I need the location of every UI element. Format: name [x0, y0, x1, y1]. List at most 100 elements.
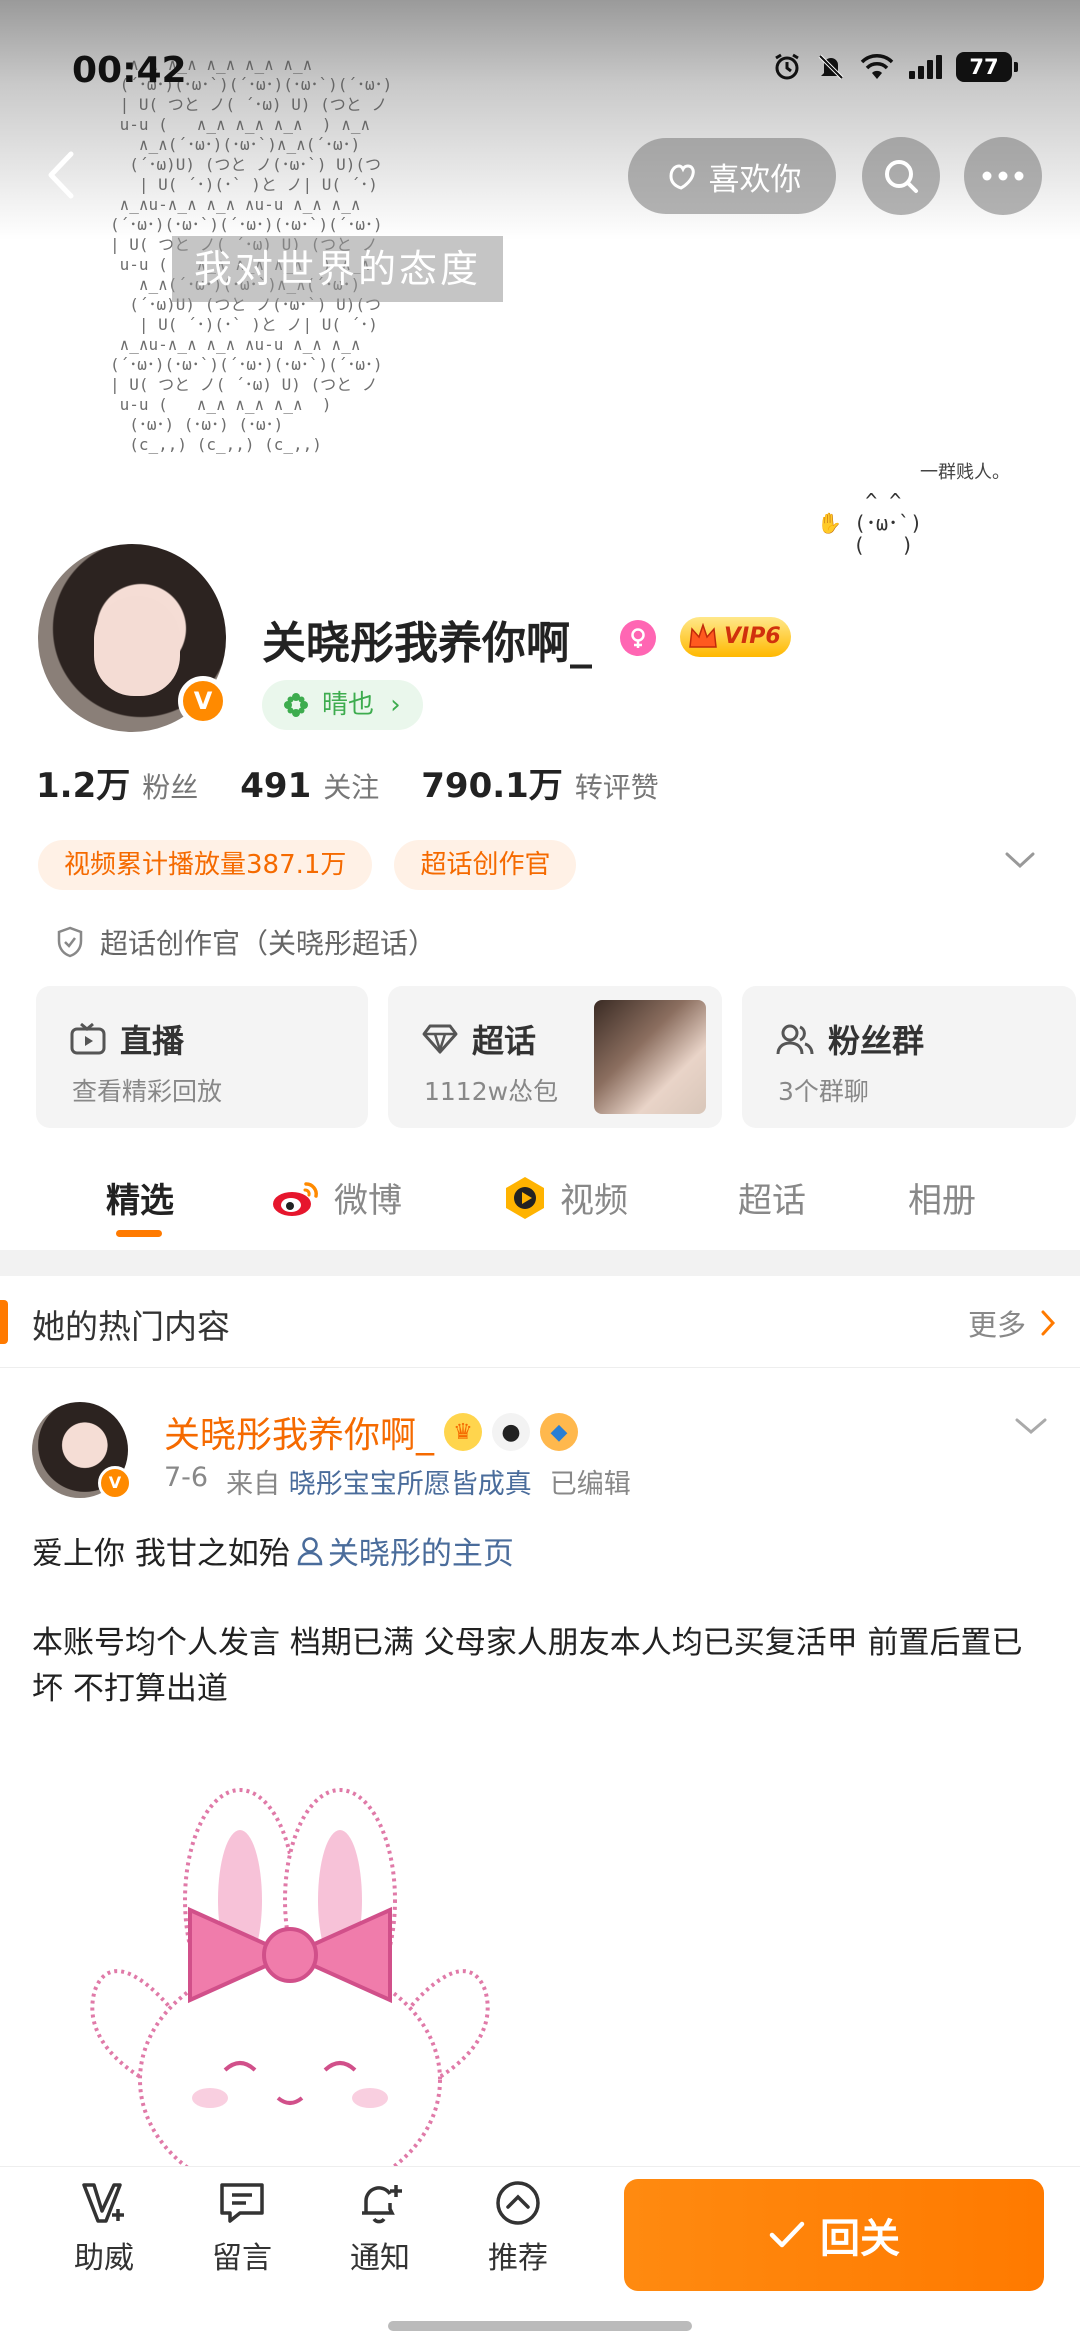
profile-username: 关晓彤我养你啊_	[262, 618, 592, 669]
chevron-left-icon	[48, 151, 74, 199]
crown-medal-icon: ♛	[444, 1413, 483, 1451]
cellular-signal-icon	[908, 54, 942, 80]
group-people-icon	[776, 1024, 814, 1055]
card-fan-group[interactable]: 粉丝群 3个群聊	[742, 986, 1076, 1128]
diamond-icon	[422, 1024, 458, 1055]
post-author-name[interactable]: 关晓彤我养你啊_	[164, 1406, 434, 1458]
like-you-label: 喜欢你	[708, 161, 802, 198]
home-indicator	[388, 2321, 692, 2331]
card-live[interactable]: 直播 查看精彩回放	[36, 986, 368, 1128]
status-icons: 77	[772, 52, 1018, 82]
stat-label: 关注	[323, 771, 380, 804]
vip-badge[interactable]: VIP6	[680, 617, 791, 657]
more-options-button[interactable]	[964, 137, 1042, 215]
super-topic-creator-badge[interactable]: 超话创作官	[394, 840, 577, 890]
profile-link[interactable]: 关晓彤的主页	[296, 1528, 514, 1573]
tab-album[interactable]: 相册	[908, 1173, 976, 1222]
post-text-line: 爱上你 我甘之如殆 关晓彤的主页	[32, 1528, 514, 1573]
profile-tag-label: 晴也	[322, 690, 375, 720]
card-subtitle: 3个群聊	[778, 1077, 869, 1106]
tab-label: 超话	[738, 1181, 806, 1221]
like-you-button[interactable]: 喜欢你	[628, 138, 836, 214]
card-title: 粉丝群	[776, 1016, 924, 1062]
card-super-topic[interactable]: 超话 1112w怂包	[388, 986, 722, 1128]
stat-following[interactable]: 491 关注	[240, 766, 379, 806]
bell-plus-icon	[362, 2185, 402, 2224]
mute-bell-icon	[816, 52, 846, 82]
card-title: 超话	[422, 1016, 536, 1062]
weibo-logo-icon	[273, 1181, 318, 1216]
tab-weibo[interactable]: 微博	[270, 1173, 402, 1222]
post-verified-badge: V	[98, 1466, 132, 1500]
stat-number: 790.1万	[421, 766, 563, 806]
stat-label: 粉丝	[142, 771, 199, 804]
avatar-face	[94, 596, 180, 696]
card-subtitle: 查看精彩回放	[72, 1077, 223, 1106]
stat-number: 1.2万	[36, 766, 131, 806]
tab-label: 精选	[106, 1181, 174, 1221]
stat-label: 转评赞	[574, 771, 659, 804]
search-button[interactable]	[862, 137, 940, 215]
card-title-label: 直播	[120, 1022, 185, 1060]
stat-reposts-comments-likes[interactable]: 790.1万 转评赞	[421, 758, 659, 807]
female-gender-icon	[620, 620, 656, 656]
certification-line: 超话创作官（关晓彤超话）	[56, 922, 436, 962]
post-options-button[interactable]	[1014, 1416, 1048, 1440]
post-author-row: 关晓彤我养你啊_ ♛ ● ◆	[164, 1406, 579, 1458]
battery-level: 77	[956, 52, 1018, 82]
panda-icon: ●	[492, 1413, 531, 1451]
super-topic-thumbnail	[594, 1000, 706, 1114]
tab-label: 视频	[560, 1181, 628, 1221]
recommend-button[interactable]: 推荐	[468, 2179, 568, 2277]
cover-caption: 我对世界的态度	[172, 236, 504, 302]
hot-content-more-button[interactable]: 更多	[968, 1302, 1056, 1344]
bunny-sticker-image	[90, 1788, 490, 2180]
chevron-up-circle-icon	[496, 2181, 540, 2225]
search-icon	[885, 160, 918, 193]
post-body: 本账号均个人发言 档期已满 父母家人朋友本人均已买复活甲 前置后置已坏 不打算出…	[32, 1625, 1023, 1707]
cover-side-note: 一群贱人。	[920, 462, 1010, 483]
shield-check-icon	[57, 926, 83, 958]
hot-content-header: 她的热门内容 更多	[0, 1276, 1080, 1368]
post-text: 爱上你 我甘之如殆	[32, 1536, 290, 1572]
tab-featured[interactable]: 精选	[106, 1173, 174, 1222]
flower-icon	[284, 693, 308, 717]
section-accent-bar	[0, 1300, 8, 1344]
video-plays-badge[interactable]: 视频累计播放量387.1万	[38, 840, 373, 890]
profile-tag[interactable]: 晴也 ›	[262, 680, 423, 730]
feature-cards: 直播 查看精彩回放 超话 1112w怂包 粉丝群 3个群聊	[36, 986, 1076, 1128]
active-tab-indicator	[116, 1230, 162, 1237]
hot-content-title: 她的热门内容	[32, 1307, 230, 1346]
profile-tabs: 精选 微博 视频 超话 相册	[0, 1155, 1080, 1250]
message-button[interactable]: 留言	[192, 2179, 292, 2277]
card-subtitle: 1112w怂包	[424, 1077, 559, 1106]
post-source[interactable]: 晓彤宝宝所愿皆成真	[289, 1469, 532, 1500]
alarm-icon	[772, 52, 802, 82]
profile-link-label: 关晓彤的主页	[327, 1536, 514, 1572]
tv-icon	[70, 1022, 106, 1055]
notify-button[interactable]: 通知	[330, 2179, 430, 2277]
cheer-button[interactable]: 助威	[54, 2179, 154, 2277]
bottom-item-label: 助威	[74, 2241, 134, 2276]
tab-label: 相册	[908, 1181, 976, 1221]
expand-profile-button[interactable]	[1004, 850, 1036, 874]
more-label: 更多	[967, 1308, 1026, 1342]
person-icon	[297, 1536, 323, 1565]
post-source-prefix: 来自	[226, 1469, 281, 1500]
tab-video[interactable]: 视频	[502, 1173, 628, 1222]
tab-label: 微博	[334, 1181, 402, 1221]
wifi-icon	[860, 53, 894, 81]
stat-followers[interactable]: 1.2万 粉丝	[36, 758, 198, 807]
profile-avatar[interactable]: V	[32, 538, 232, 738]
card-title: 直播	[70, 1016, 184, 1062]
cover-cat-doodle: ^ ^ ✋ (･ω･`) ( )	[817, 489, 923, 557]
achievement-badges: 视频累计播放量387.1万 超话创作官	[38, 840, 577, 890]
follow-back-button[interactable]: 回关	[624, 2179, 1044, 2291]
status-time: 00:42	[72, 50, 187, 91]
post-date: 7-6	[164, 1462, 209, 1493]
certification-text: 超话创作官（关晓彤超话）	[100, 927, 437, 960]
back-button[interactable]	[30, 145, 90, 205]
tab-super-topic[interactable]: 超话	[738, 1173, 806, 1222]
section-divider	[0, 1250, 1080, 1276]
chevron-down-icon	[1015, 1418, 1047, 1434]
